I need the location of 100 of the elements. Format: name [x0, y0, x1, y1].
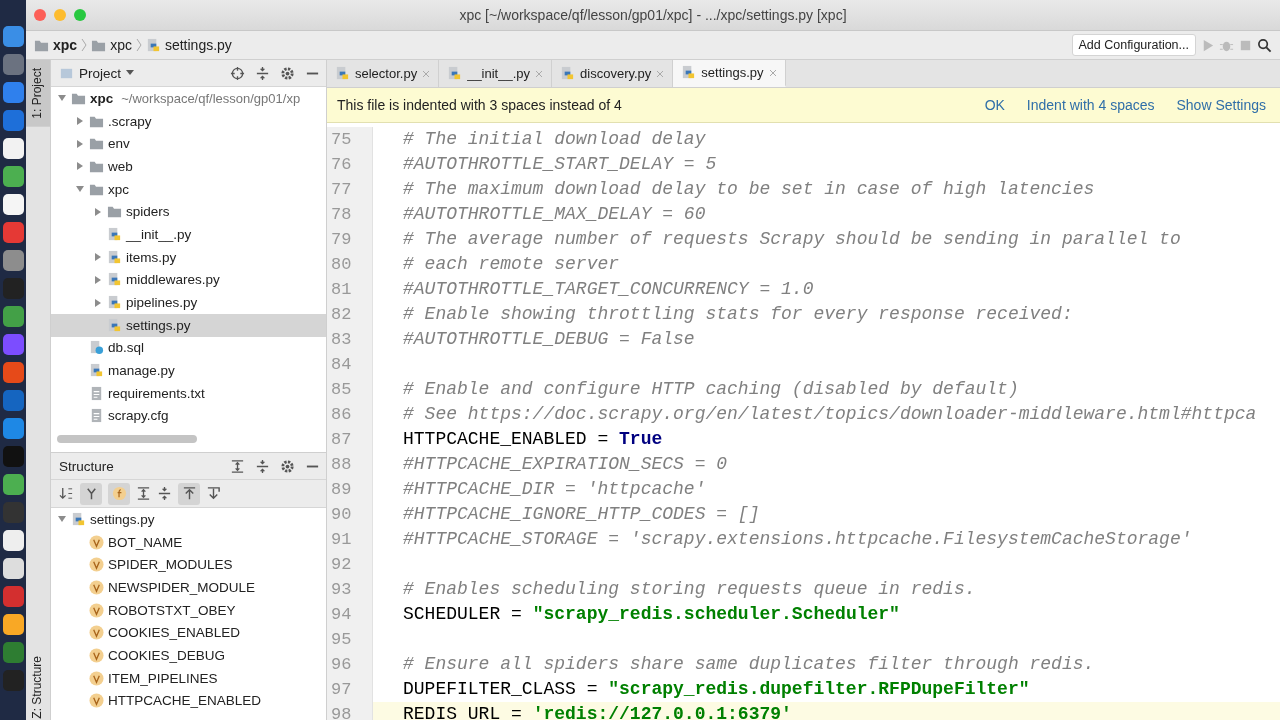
code-string: 'redis://127.0.0.1:6379' [532, 704, 792, 720]
show-functions-button[interactable] [108, 482, 130, 505]
close-icon[interactable] [535, 69, 544, 78]
expand-all-icon[interactable] [136, 486, 151, 501]
collapse-arrow-icon[interactable] [93, 274, 103, 285]
tree-item[interactable]: settings.py [51, 313, 326, 337]
autoscroll-from-source-icon[interactable] [206, 486, 221, 501]
line-number: 79 [330, 229, 353, 251]
notification-message: This file is indented with 3 spaces instead of 4 [337, 97, 623, 113]
collapse-arrow-icon[interactable] [75, 116, 85, 127]
text-file-icon [89, 385, 104, 401]
code-comment: # The average number of requests Scrapy should be sending in parallel to [403, 229, 1181, 249]
tree-item[interactable]: manage.py [51, 359, 326, 382]
arrow-up-icon [181, 486, 197, 501]
variable-icon [89, 557, 104, 573]
close-icon[interactable] [422, 69, 431, 78]
tree-item[interactable]: ROBOTSTXT_OBEY [51, 598, 326, 622]
python-file-icon [107, 295, 122, 311]
database-file-icon [89, 340, 104, 356]
dock-app-icon[interactable] [2, 138, 24, 159]
line-number: 86 [330, 404, 353, 426]
tree-item[interactable]: xpc [51, 177, 326, 201]
structure-tool-tab[interactable]: Z: Structure [26, 648, 50, 720]
tree-item[interactable]: settings.py [51, 508, 326, 531]
tree-item[interactable]: db.sql [51, 336, 326, 360]
line-number: 82 [330, 304, 353, 326]
folder-icon [89, 136, 104, 152]
code-comment: # Enables scheduling storing requests queue in redis. [403, 579, 976, 599]
python-file-icon [71, 511, 86, 527]
breadcrumb[interactable]: settings.py [145, 37, 232, 53]
python-file-icon [447, 66, 463, 81]
tree-item[interactable]: xpc ~/workspace/qf/lesson/gp01/xp [51, 87, 326, 110]
settings-icon[interactable] [280, 458, 295, 474]
tree-item[interactable]: web [51, 155, 326, 178]
breadcrumb[interactable]: xpc [91, 37, 132, 53]
notification-link[interactable]: Indent with 4 spaces [1026, 97, 1155, 113]
close-icon[interactable] [768, 68, 777, 77]
tree-item[interactable]: middlewares.py [51, 268, 326, 292]
editor-tab[interactable]: settings.py [673, 60, 786, 87]
line-number: 96 [330, 654, 353, 676]
show-fields-button[interactable] [80, 482, 102, 505]
add-configuration-button[interactable]: Add Configuration... [1071, 34, 1196, 56]
text-file-icon [89, 408, 104, 424]
collapse-arrow-icon[interactable] [93, 297, 103, 308]
tree-item[interactable]: env [51, 132, 326, 156]
tree-item[interactable]: .scrapy [51, 109, 326, 133]
sort-icon[interactable] [59, 486, 74, 501]
tree-item[interactable]: NEWSPIDER_MODULE [51, 576, 326, 599]
tree-item[interactable]: scrapy.cfg [51, 404, 326, 428]
tree-item[interactable]: ITEM_PIPELINES [51, 666, 326, 690]
settings-icon[interactable] [280, 65, 295, 81]
line-number: 90 [330, 504, 353, 526]
collapse-all-icon[interactable] [157, 486, 172, 501]
python-file-icon [107, 249, 122, 265]
collapse-arrow-icon[interactable] [93, 206, 103, 217]
line-number: 93 [330, 579, 353, 601]
dock-app-icon[interactable] [2, 614, 24, 635]
tree-item[interactable]: pipelines.py [51, 291, 326, 314]
dock-app-icon[interactable] [2, 194, 24, 215]
code-keyword: True [619, 429, 663, 449]
tree-item[interactable]: HTTPCACHE_ENABLED [51, 689, 326, 713]
collapse-arrow-icon[interactable] [93, 252, 103, 263]
code-comment: # each remote server [403, 254, 620, 274]
folder-icon [107, 204, 122, 220]
search-icon[interactable] [1257, 37, 1272, 53]
zoom-icon[interactable] [74, 9, 86, 21]
tree-item[interactable]: spiders [51, 200, 326, 224]
collapse-arrow-icon[interactable] [75, 138, 85, 149]
chevron-icon [81, 38, 88, 52]
notification-link[interactable]: Show Settings [1176, 97, 1266, 113]
locate-icon[interactable] [230, 65, 245, 81]
collapse-all-icon[interactable] [255, 458, 270, 474]
breadcrumb[interactable]: xpc [34, 37, 78, 53]
autoscroll-to-source-button[interactable] [178, 482, 200, 505]
notification-link[interactable]: OK [984, 97, 1005, 113]
tree-item[interactable]: COOKIES_DEBUG [51, 644, 326, 667]
project-tool-tab[interactable]: 1: Project [26, 60, 50, 127]
line-number: 94 [330, 604, 353, 626]
scrollbar[interactable] [57, 435, 197, 444]
tree-item[interactable]: SPIDER_MODULES [51, 553, 326, 577]
collapse-arrow-icon[interactable] [75, 161, 85, 172]
line-number: 87 [330, 429, 353, 451]
collapse-all-icon[interactable] [255, 65, 270, 81]
tree-item[interactable]: items.py [51, 245, 326, 269]
close-icon[interactable] [656, 69, 665, 78]
code-comment: # The maximum download delay to be set in case of high latencies [403, 179, 1095, 199]
tree-item[interactable]: __init__.py [51, 223, 326, 246]
code-comment: #AUTOTHROTTLE_DEBUG = False [403, 329, 695, 349]
dock-app-icon[interactable] [2, 558, 24, 579]
line-number: 91 [330, 529, 353, 551]
line-number: 88 [330, 454, 353, 476]
tree-item[interactable]: BOT_NAME [51, 530, 326, 554]
expand-all-icon[interactable] [230, 458, 245, 474]
caret-icon[interactable] [126, 70, 135, 76]
dock-app-icon[interactable] [2, 530, 24, 551]
tree-item[interactable]: requirements.txt [51, 381, 326, 405]
line-number: 80 [330, 254, 353, 276]
close-icon[interactable] [34, 9, 46, 21]
code-string: "scrapy_redis.scheduler.Scheduler" [532, 604, 900, 624]
tree-item[interactable]: COOKIES_ENABLED [51, 621, 326, 645]
